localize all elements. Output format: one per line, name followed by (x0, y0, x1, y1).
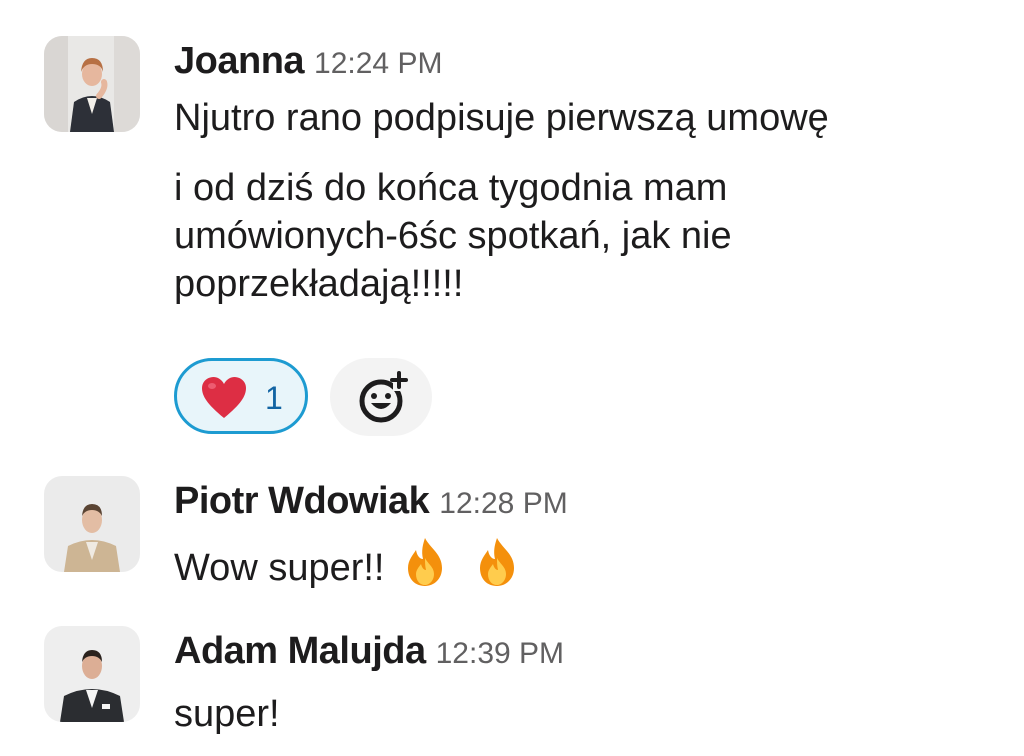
message-text: super! (174, 693, 280, 735)
author-name[interactable]: Adam Malujda (174, 630, 426, 672)
author-name[interactable]: Joanna (174, 40, 305, 82)
avatar-joanna[interactable] (44, 36, 140, 132)
avatar-image (44, 476, 140, 572)
message-text-content: Wow super!! (174, 547, 385, 589)
reaction-heart[interactable]: 1 (174, 358, 308, 434)
reaction-count: 1 (265, 380, 283, 416)
add-reaction-button[interactable] (330, 358, 432, 436)
avatar-adam[interactable] (44, 626, 140, 722)
message-text: i od dziś do końca tygodnia mam umówiony… (174, 167, 732, 305)
timestamp[interactable]: 12:24 PM (314, 47, 442, 80)
add-emoji-icon (359, 371, 408, 423)
avatar-image (44, 626, 140, 722)
message-text: Wow super!! (174, 536, 1004, 592)
avatar-image (44, 36, 140, 132)
message-text: Njutro rano podpisuje pierwszą umowę (174, 97, 829, 139)
timestamp[interactable]: 12:39 PM (436, 637, 564, 670)
heart-emoji-icon (202, 377, 246, 418)
timestamp[interactable]: 12:28 PM (439, 487, 567, 520)
author-name[interactable]: Piotr Wdowiak (174, 480, 430, 522)
fire-emoji-icon (480, 538, 515, 586)
fire-emoji-icon (408, 538, 443, 586)
avatar-piotr[interactable] (44, 476, 140, 572)
